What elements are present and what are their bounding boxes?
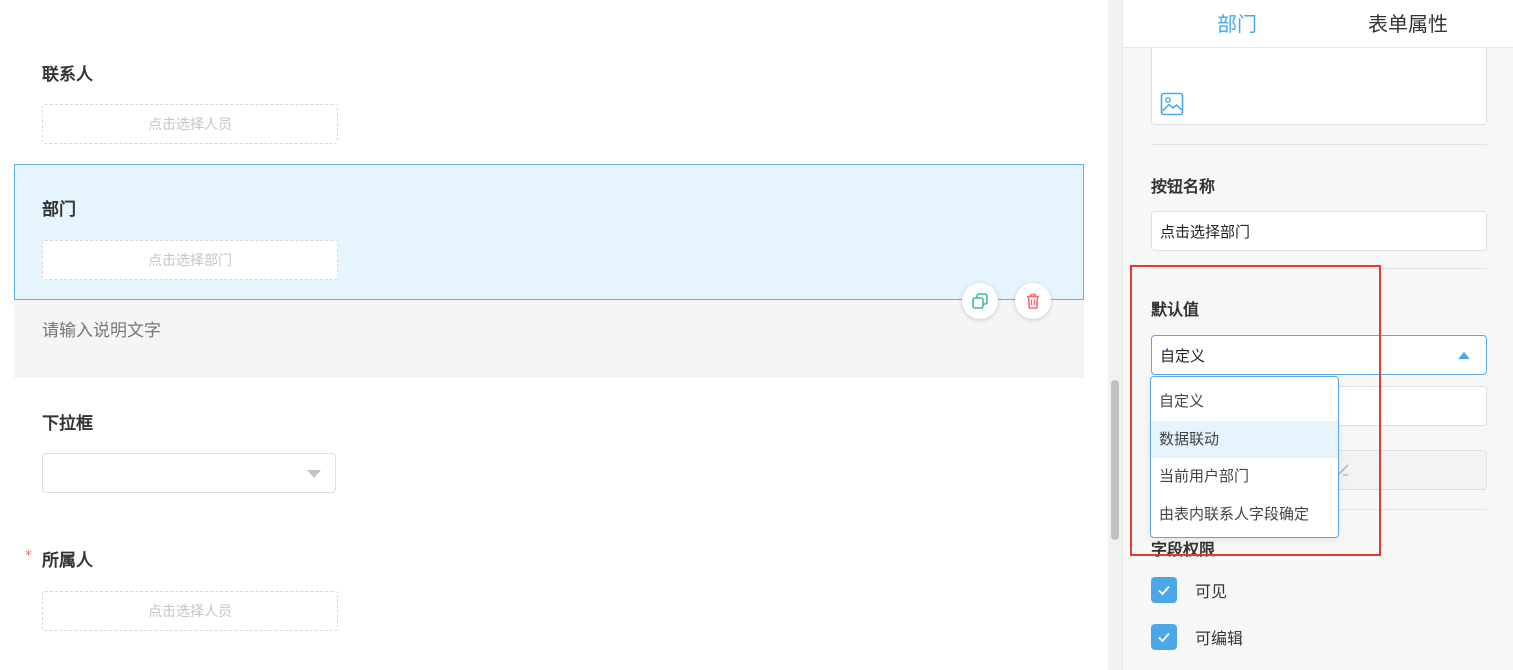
select-contact-button[interactable]: 点击选择人员 — [42, 104, 338, 144]
checkbox-checked[interactable] — [1151, 577, 1177, 603]
required-star: * — [25, 548, 32, 564]
dropdown-option-data-link[interactable]: 数据联动 — [1151, 420, 1338, 458]
default-value-selected: 自定义 — [1160, 346, 1206, 365]
dropdown-option-current-user-dept[interactable]: 当前用户部门 — [1151, 458, 1338, 496]
copy-icon — [972, 293, 988, 309]
checkbox-editable-label: 可编辑 — [1195, 629, 1244, 648]
trash-icon — [1027, 293, 1039, 309]
form-designer: 联系人 点击选择人员 部门 点击选择部门 请输入说明文字 下拉框 * 所属人 点… — [0, 0, 1513, 670]
dropdown-option-custom[interactable]: 自定义 — [1151, 383, 1338, 421]
image-upload-area[interactable] — [1151, 48, 1487, 125]
button-name-input[interactable]: 点击选择部门 — [1151, 211, 1487, 251]
select-department-button[interactable]: 点击选择部门 — [42, 240, 338, 280]
dropdown-field-label: 下拉框 — [42, 414, 93, 434]
image-icon — [1160, 92, 1184, 116]
owner-field-label: 所属人 — [42, 551, 93, 571]
description-placeholder[interactable]: 请输入说明文字 — [42, 316, 161, 341]
department-field-label: 部门 — [42, 200, 76, 220]
dropdown-select[interactable] — [42, 453, 336, 493]
divider — [1151, 144, 1487, 145]
default-value-dropdown: 自定义 数据联动 当前用户部门 由表内联系人字段确定 — [1150, 376, 1339, 538]
button-name-label: 按钮名称 — [1151, 177, 1216, 196]
checkbox-visible[interactable]: 可见 — [1151, 577, 1227, 603]
select-owner-button[interactable]: 点击选择人员 — [42, 591, 338, 631]
check-icon — [1158, 632, 1170, 643]
caret-up-icon — [1458, 352, 1470, 359]
checkbox-visible-label: 可见 — [1195, 582, 1228, 601]
checkbox-checked[interactable] — [1151, 624, 1177, 650]
dropdown-option-contact-field[interactable]: 由表内联系人字段确定 — [1151, 496, 1338, 534]
divider — [1151, 268, 1487, 269]
check-icon — [1158, 585, 1170, 596]
field-permission-label: 字段权限 — [1151, 540, 1216, 559]
copy-field-button[interactable] — [962, 283, 998, 319]
canvas-scrollbar[interactable] — [1108, 0, 1122, 670]
tab-department[interactable]: 部门 — [1217, 8, 1257, 37]
caret-down-icon — [307, 470, 321, 478]
tab-form-properties[interactable]: 表单属性 — [1368, 8, 1448, 37]
canvas-scroll-thumb[interactable] — [1111, 380, 1119, 540]
contact-field-label: 联系人 — [42, 65, 93, 85]
checkbox-editable[interactable]: 可编辑 — [1151, 624, 1243, 650]
description-area[interactable]: 请输入说明文字 — [14, 300, 1084, 378]
delete-field-button[interactable] — [1015, 283, 1051, 319]
default-value-select[interactable]: 自定义 — [1151, 335, 1487, 375]
form-canvas: 联系人 点击选择人员 部门 点击选择部门 请输入说明文字 下拉框 * 所属人 点… — [0, 0, 1108, 670]
default-value-label: 默认值 — [1151, 300, 1200, 319]
property-panel: 部门 表单属性 按钮名称 点击选择部门 默认值 自定义 字段权限 可见 可编辑 — [1122, 0, 1513, 670]
panel-tabs: 部门 表单属性 — [1123, 0, 1513, 48]
